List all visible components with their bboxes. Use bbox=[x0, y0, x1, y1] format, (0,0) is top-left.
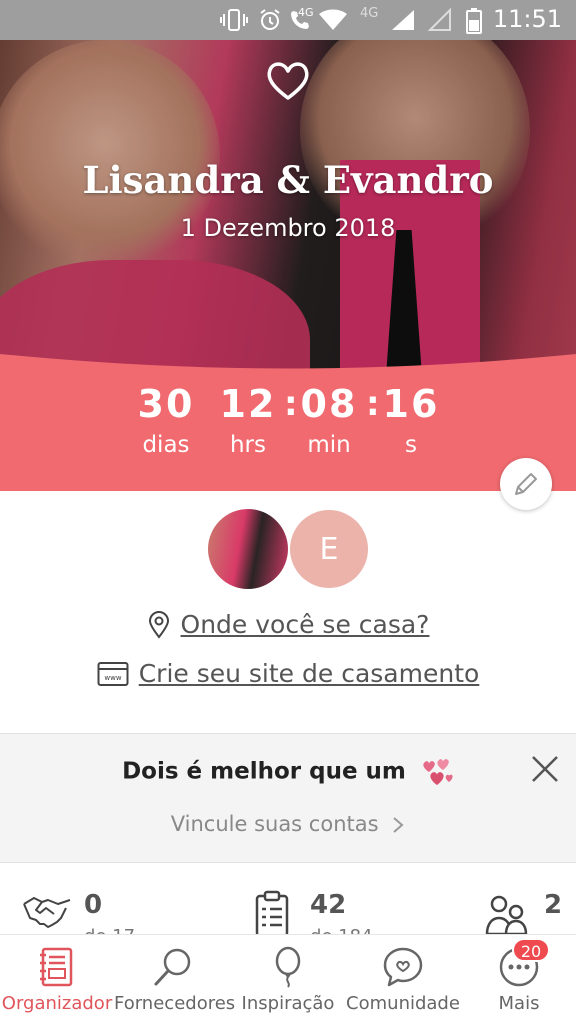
link-accounts-link[interactable]: Vincule suas contas bbox=[0, 812, 576, 836]
bottom-navigation: Organizador Fornecedores Inspiração Comu… bbox=[0, 934, 576, 1024]
stat-tasks-value: 42 bbox=[310, 890, 347, 920]
nav-fornecedores-label[interactable]: Fornecedores bbox=[114, 993, 235, 1014]
location-link[interactable]: Onde você se casa? bbox=[181, 610, 430, 639]
status-bar: 4G 4G 11:51 bbox=[0, 0, 576, 40]
location-row[interactable]: Onde você se casa? bbox=[0, 610, 576, 639]
countdown-minutes-unit: min bbox=[307, 432, 351, 458]
nav-mais-label[interactable]: Mais bbox=[462, 993, 576, 1014]
signal-icon bbox=[392, 10, 414, 30]
clipboard-checklist-icon bbox=[255, 890, 289, 936]
nav-comunidade[interactable]: Comunidade bbox=[344, 935, 462, 1024]
nav-fornecedores[interactable]: Fornecedores bbox=[114, 935, 235, 1024]
stat-vendors-value: 0 bbox=[84, 890, 103, 920]
nav-comunidade-label[interactable]: Comunidade bbox=[344, 993, 462, 1014]
pencil-icon bbox=[515, 473, 537, 495]
countdown-days-unit: dias bbox=[142, 432, 190, 458]
map-pin-icon bbox=[148, 610, 169, 639]
couple-names: Lisandra & Evandro bbox=[82, 158, 494, 202]
browser-window-icon: www bbox=[97, 661, 129, 686]
guests-icon bbox=[485, 895, 528, 936]
balloon-icon bbox=[275, 946, 301, 988]
countdown-hours-unit: hrs bbox=[229, 432, 267, 458]
website-link[interactable]: Crie seu site de casamento bbox=[139, 659, 480, 688]
promo-title: Dois é melhor que um bbox=[122, 758, 406, 785]
nav-organizador-label[interactable]: Organizador bbox=[0, 993, 114, 1014]
battery-icon bbox=[466, 8, 482, 34]
close-icon[interactable] bbox=[528, 752, 562, 786]
promo-title-row: Dois é melhor que um bbox=[0, 758, 576, 786]
stat-vendors[interactable]: 0 de 17 bbox=[20, 890, 200, 936]
countdown-days-value: 30 bbox=[137, 382, 195, 426]
search-icon bbox=[154, 948, 191, 986]
alarm-icon bbox=[260, 9, 280, 30]
signal-empty-icon bbox=[428, 8, 451, 31]
svg-text:www: www bbox=[104, 674, 121, 682]
network-label-2: 4G bbox=[360, 6, 379, 21]
countdown-seconds-unit: s bbox=[405, 432, 417, 458]
nav-inspiracao-label[interactable]: Inspiração bbox=[232, 993, 344, 1014]
hearts-icon bbox=[423, 759, 453, 785]
notebook-icon bbox=[40, 947, 73, 987]
status-time: 11:51 bbox=[492, 5, 562, 33]
heart-icon bbox=[267, 62, 309, 100]
handshake-icon bbox=[23, 897, 71, 928]
stat-guests-value: 2 bbox=[544, 890, 563, 920]
countdown-minutes-value: 08 bbox=[300, 382, 358, 426]
notification-badge: 20 bbox=[512, 938, 550, 962]
vibrate-icon bbox=[220, 9, 248, 31]
wedding-date: 1 Dezembro 2018 bbox=[180, 214, 396, 242]
chat-heart-icon bbox=[383, 947, 423, 987]
avatar-partner-1[interactable] bbox=[208, 509, 288, 589]
countdown-seconds-value: 16 bbox=[382, 382, 440, 426]
stat-tasks[interactable]: 42 de 184 bbox=[252, 890, 432, 936]
chevron-right-icon bbox=[393, 817, 404, 833]
link-accounts-label[interactable]: Vincule suas contas bbox=[171, 812, 379, 836]
edit-cover-button[interactable] bbox=[500, 458, 552, 510]
nav-organizador[interactable]: Organizador bbox=[0, 935, 114, 1024]
nav-inspiracao[interactable]: Inspiração bbox=[232, 935, 344, 1024]
countdown-hours-value: 12 bbox=[219, 382, 277, 426]
avatar-partner-2[interactable]: E bbox=[290, 510, 368, 588]
network-label: 4G bbox=[298, 6, 314, 19]
wifi-icon bbox=[319, 9, 347, 30]
link-accounts-card: Dois é melhor que um Vincule suas contas bbox=[0, 733, 576, 863]
stat-guests[interactable]: 2 bbox=[484, 890, 576, 936]
website-row[interactable]: www Crie seu site de casamento bbox=[0, 659, 576, 688]
